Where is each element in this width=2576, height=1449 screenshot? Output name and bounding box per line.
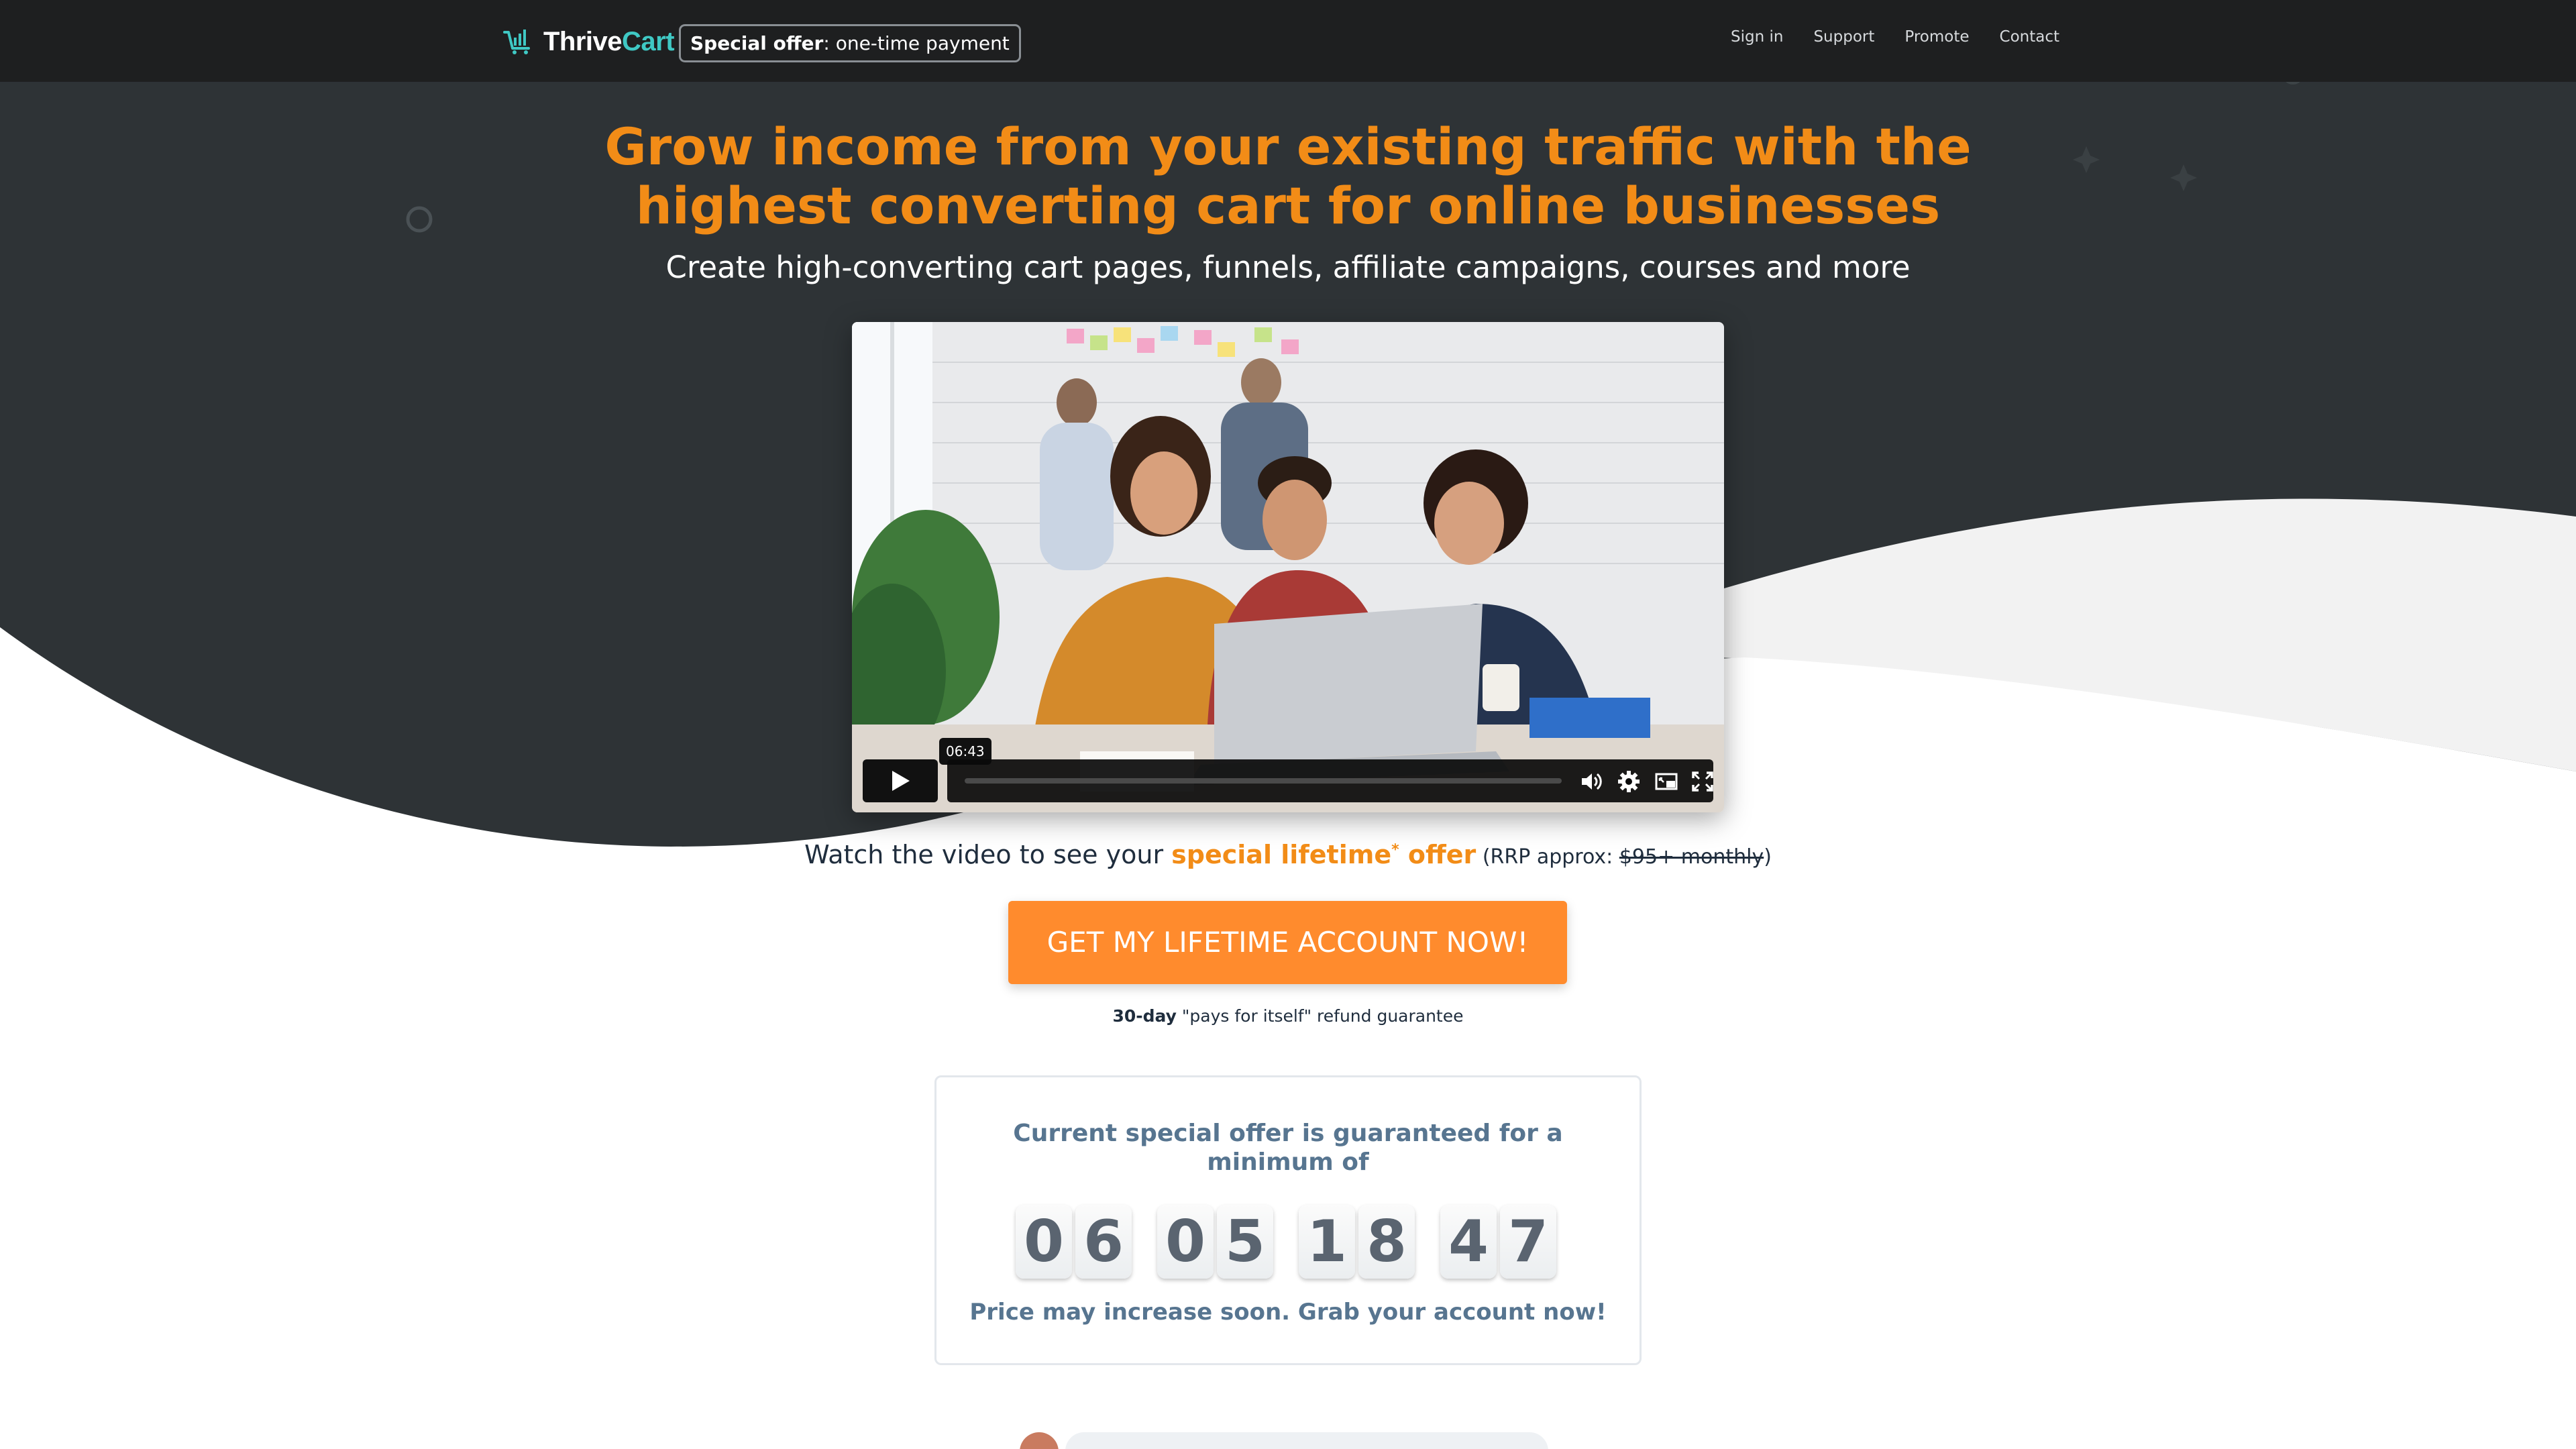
countdown-digit: 6 (1075, 1205, 1132, 1279)
watch-highlight: special lifetime (1171, 840, 1392, 869)
headline-line-1: Grow income from your existing traffic w… (604, 117, 1972, 176)
avatar (1020, 1432, 1059, 1449)
countdown-footer: Price may increase soon. Grab your accou… (969, 1299, 1607, 1326)
settings-icon[interactable] (1617, 770, 1641, 793)
watch-prefix: Watch the video to see your (804, 840, 1172, 869)
guarantee-rest: "pays for itself" refund guarantee (1176, 1006, 1464, 1026)
nav-links: Sign in Support Promote Contact (1731, 28, 2059, 46)
countdown-digit: 4 (1440, 1205, 1497, 1279)
logo-text-first: Thrive (543, 26, 623, 56)
countdown-digits: 0 6 0 5 1 8 4 7 (1016, 1205, 1560, 1279)
nav-link-sign-in[interactable]: Sign in (1731, 28, 1783, 46)
hero-headline: Grow income from your existing traffic w… (0, 117, 2576, 235)
video-player[interactable]: 06:43 (852, 322, 1724, 812)
picture-in-picture-icon[interactable] (1654, 770, 1678, 793)
guarantee-bold: 30-day (1112, 1006, 1177, 1026)
asterisk: * (1391, 841, 1399, 859)
refund-guarantee-text: 30-day "pays for itself" refund guarante… (0, 1006, 2576, 1026)
video-play-button[interactable] (863, 759, 938, 802)
logo-text-second: Cart (622, 26, 675, 56)
offer-badge-text: : one-time payment (823, 32, 1010, 54)
countdown-digit: 1 (1299, 1205, 1355, 1279)
countdown-digit: 7 (1500, 1205, 1556, 1279)
watch-offer: offer (1399, 840, 1477, 869)
testimonial-peek (1020, 1432, 1556, 1449)
special-offer-badge: Special offer: one-time payment (679, 24, 1021, 62)
headline-line-2: highest converting cart for online busin… (635, 176, 1941, 235)
nav-link-promote[interactable]: Promote (1904, 28, 1969, 46)
rrp-prefix: (RRP approx: (1476, 845, 1619, 869)
rrp-suffix: ) (1764, 845, 1772, 869)
top-navbar: ThriveCart Special offer: one-time payme… (0, 0, 2576, 82)
countdown-digit: 8 (1358, 1205, 1415, 1279)
nav-link-support[interactable]: Support (1813, 28, 1874, 46)
countdown-digit: 0 (1157, 1205, 1214, 1279)
watch-video-text: Watch the video to see your special life… (0, 840, 2576, 869)
thrivecart-logo[interactable]: ThriveCart (503, 25, 675, 58)
cart-logo-icon (503, 30, 530, 54)
volume-icon[interactable] (1579, 770, 1603, 793)
offer-badge-bold: Special offer (690, 32, 824, 54)
nav-link-contact[interactable]: Contact (2000, 28, 2059, 46)
logo-text: ThriveCart (543, 26, 675, 57)
play-icon (892, 771, 910, 791)
rrp-text: (RRP approx: $95+ monthly) (1476, 845, 1772, 869)
countdown-digit: 0 (1016, 1205, 1072, 1279)
rrp-price: $95+ monthly (1619, 845, 1764, 869)
countdown-digit: 5 (1217, 1205, 1273, 1279)
hero-subheadline: Create high-converting cart pages, funne… (665, 250, 1911, 285)
countdown-box: Current special offer is guaranteed for … (934, 1075, 1642, 1365)
countdown-title: Current special offer is guaranteed for … (1013, 1120, 1563, 1176)
video-progress-track[interactable] (965, 778, 1562, 784)
video-control-bar (947, 759, 1713, 802)
get-lifetime-account-button[interactable]: GET MY LIFETIME ACCOUNT NOW! (1008, 901, 1567, 984)
fullscreen-icon[interactable] (1690, 770, 1715, 793)
testimonial-bubble (1065, 1432, 1548, 1449)
special-lifetime-offer-label: special lifetime* offer (1171, 840, 1476, 869)
